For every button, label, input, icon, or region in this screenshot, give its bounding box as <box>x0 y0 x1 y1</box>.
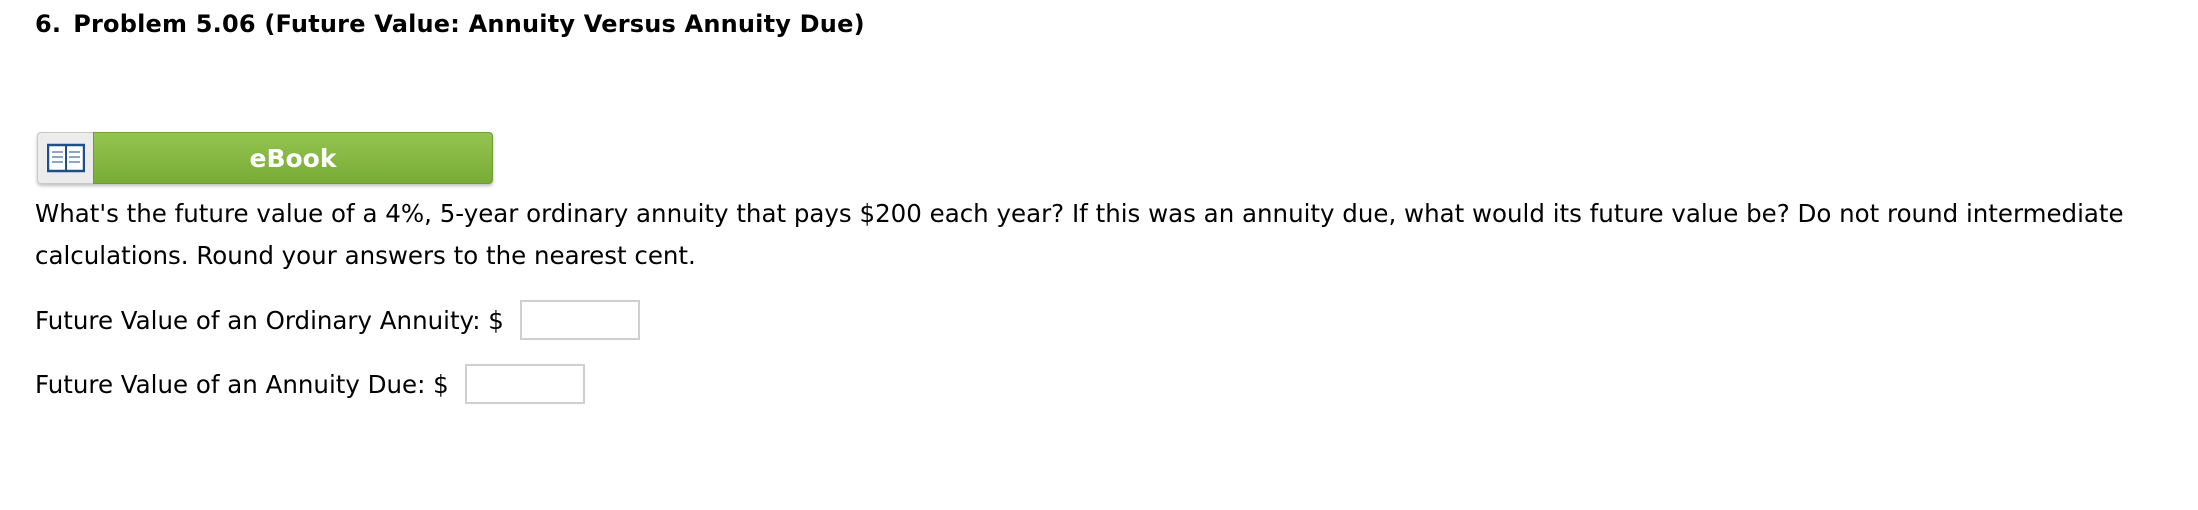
ebook-button-group[interactable]: eBook <box>37 132 493 184</box>
ebook-button[interactable]: eBook <box>93 132 493 184</box>
book-icon <box>46 143 85 173</box>
problem-number: 6. <box>35 10 62 38</box>
annuity-due-label: Future Value of an Annuity Due: $ <box>35 369 449 399</box>
ordinary-annuity-input[interactable] <box>519 300 640 340</box>
ordinary-annuity-label: Future Value of an Ordinary Annuity: $ <box>35 305 504 335</box>
answer-row-annuity-due: Future Value of an Annuity Due: $ <box>35 364 585 404</box>
annuity-due-input[interactable] <box>464 364 585 404</box>
answer-row-ordinary-annuity: Future Value of an Ordinary Annuity: $ <box>35 300 640 340</box>
question-text: What's the future value of a 4%, 5-year … <box>35 199 2124 270</box>
problem-title-text: Problem 5.06 (Future Value: Annuity Vers… <box>73 10 865 38</box>
problem-title: 6. Problem 5.06 (Future Value: Annuity Ve… <box>35 10 865 38</box>
ebook-icon-box[interactable] <box>37 132 93 184</box>
